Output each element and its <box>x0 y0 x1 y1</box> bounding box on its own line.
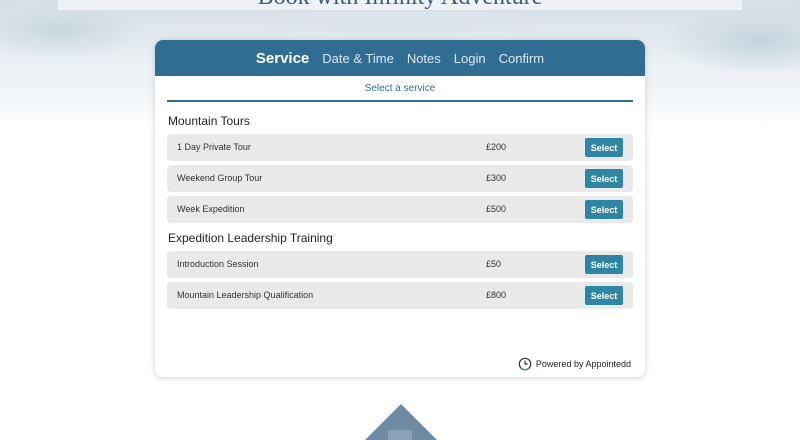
category-title: Mountain Tours <box>168 114 250 128</box>
category-title: Expedition Leadership Training <box>168 231 333 245</box>
select-button[interactable]: Select <box>585 255 623 274</box>
nav-step-confirm[interactable]: Confirm <box>499 51 545 66</box>
select-button[interactable]: Select <box>585 138 623 157</box>
header-banner: Book with Infinity Adventure <box>58 0 742 11</box>
nav-step-notes[interactable]: Notes <box>407 51 441 66</box>
powered-by-text: Powered by Appointedd <box>535 359 631 369</box>
banner-title: Book with Infinity Adventure <box>58 0 742 10</box>
service-row: Introduction Session £50 Select <box>167 251 633 278</box>
powered-by-link[interactable]: Powered by Appointedd <box>518 357 631 371</box>
step-nav: Service Date & Time Notes Login Confirm <box>155 40 645 76</box>
service-price: £800 <box>486 290 507 300</box>
service-name: Mountain Leadership Qualification <box>177 290 314 300</box>
select-service-heading: Select a service <box>167 76 633 102</box>
service-row: Week Expedition £500 Select <box>167 196 633 223</box>
service-row: Mountain Leadership Qualification £800 S… <box>167 282 633 309</box>
service-price: £300 <box>486 173 507 183</box>
service-name: Introduction Session <box>177 259 259 269</box>
service-name: Weekend Group Tour <box>177 173 263 183</box>
select-button[interactable]: Select <box>585 200 623 219</box>
select-button[interactable]: Select <box>585 286 623 305</box>
service-price: £50 <box>486 259 502 269</box>
service-name: 1 Day Private Tour <box>177 142 251 152</box>
booking-widget: Service Date & Time Notes Login Confirm … <box>155 40 645 377</box>
nav-step-date-time[interactable]: Date & Time <box>322 51 394 66</box>
select-button[interactable]: Select <box>585 169 623 188</box>
service-list: Mountain Tours 1 Day Private Tour £200 S… <box>155 114 645 309</box>
service-name: Week Expedition <box>177 204 245 214</box>
service-price: £500 <box>486 204 507 214</box>
nav-step-login[interactable]: Login <box>454 51 486 66</box>
service-row: 1 Day Private Tour £200 Select <box>167 134 633 161</box>
service-row: Weekend Group Tour £300 Select <box>167 165 633 192</box>
service-price: £200 <box>486 142 507 152</box>
mountain-graphic-base <box>388 430 412 440</box>
nav-step-service[interactable]: Service <box>256 50 309 67</box>
clock-icon <box>518 357 532 371</box>
